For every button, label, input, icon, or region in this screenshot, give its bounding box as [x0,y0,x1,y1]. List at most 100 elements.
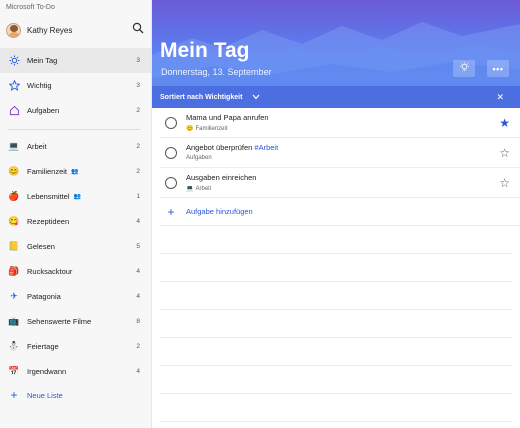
empty-row-line [160,393,512,394]
shared-people-icon: 👥 [73,194,82,200]
sidebar-item-label: Rucksacktour [27,267,73,276]
task-title: Angebot überprüfen #Arbeit [186,143,279,152]
task-checkbox[interactable] [165,147,177,159]
task-meta: 💻 Arbeit [186,185,211,193]
sidebar-item-count: 3 [136,57,140,64]
sidebar-item-label: Gelesen [27,242,55,251]
custom-lists: 💻 Arbeit 2 😊 Familienzeit 👥 2 🍎 Lebensmi… [0,134,151,384]
smiley-icon: 😊 [186,126,194,132]
sidebar-item-label: Lebensmittel [27,192,70,201]
star-outline-icon[interactable]: ☆ [499,176,510,190]
empty-row-line [160,253,512,254]
smiley-icon: 😊 [8,166,20,176]
profile[interactable]: Kathy Reyes [6,20,148,40]
sun-icon [8,55,20,67]
sidebar-item-mein-tag[interactable]: Mein Tag 3 [0,48,151,73]
backpack-icon: 🎒 [8,266,20,276]
sidebar-divider [8,129,140,130]
new-list-label: Neue Liste [27,390,63,400]
calendar-icon: 📅 [8,366,20,376]
shared-people-icon: 👥 [71,169,79,175]
sidebar-item-lebensmittel[interactable]: 🍎 Lebensmittel 👥 1 [0,184,151,209]
task-list-name: Familienzeit [195,125,228,132]
search-icon[interactable] [132,22,144,34]
star-filled-icon[interactable]: ★ [499,116,510,130]
sidebar-item-count: 4 [136,293,140,300]
page-title: Mein Tag [160,39,250,62]
task-meta: 😊 Familienzeit [186,125,228,133]
plus-icon: + [167,204,175,219]
sidebar-item-count: 2 [136,168,140,175]
task-title: Mama und Papa anrufen [186,113,269,122]
empty-row-line [160,281,512,282]
sidebar-item-rezeptideen[interactable]: 😋 Rezeptideen 4 [0,209,151,234]
sidebar-item-count: 5 [136,243,140,250]
plus-icon: + [10,388,18,402]
sidebar-item-label: Aufgaben [27,106,60,115]
sidebar-item-count: 4 [136,268,140,275]
close-icon[interactable]: ✕ [496,92,504,103]
sidebar-item-count: 4 [136,368,140,375]
sidebar-item-wichtig[interactable]: Wichtig 3 [0,73,151,98]
main-panel: Mein Tag Donnerstag, 13. September ••• S… [152,0,520,428]
empty-row-line [160,309,512,310]
header-banner: Mein Tag Donnerstag, 13. September ••• [152,0,520,86]
task-meta: Aufgaben [186,155,212,161]
task-list-name: Aufgaben [186,155,212,161]
sidebar-item-count: 1 [136,193,140,200]
sidebar-item-count: 4 [136,218,140,225]
chevron-down-icon[interactable] [252,93,260,102]
sidebar-item-label: Irgendwann [27,367,67,376]
laptop-icon: 💻 [186,186,194,192]
apple-icon: 🍎 [8,191,20,201]
more-options-button[interactable]: ••• [487,60,509,77]
book-icon: 📒 [8,241,20,251]
sidebar-item-sehenswerte-filme[interactable]: 📺 Sehenswerte Filme 8 [0,309,151,334]
sidebar-item-familienzeit[interactable]: 😊 Familienzeit 👥 2 [0,159,151,184]
sidebar-item-count: 2 [136,107,140,114]
plane-icon: ✈ [10,291,18,301]
task-list: Mama und Papa anrufen 😊 Familienzeit ★ A… [160,108,520,226]
home-icon [8,105,20,117]
page-date: Donnerstag, 13. September [161,67,272,77]
sidebar-item-patagonia[interactable]: ✈ Patagonia 4 [0,284,151,309]
sidebar-item-label: Familienzeit [27,167,68,176]
add-task-button[interactable]: + Aufgabe hinzufügen [160,198,520,226]
smart-lists: Mein Tag 3 Wichtig 3 Aufgaben 2 [0,48,151,123]
snowman-icon: ⛄ [8,341,20,351]
sidebar-item-label: Wichtig [27,81,52,90]
sidebar-item-irgendwann[interactable]: 📅 Irgendwann 4 [0,359,151,384]
task-row[interactable]: Mama und Papa anrufen 😊 Familienzeit ★ [160,108,520,138]
sidebar: Microsoft To-Do Kathy Reyes Mein Tag 3 W… [0,0,152,428]
task-row[interactable]: Ausgaben einreichen 💻 Arbeit ☆ [160,168,520,198]
suggestions-button[interactable] [453,60,475,77]
task-title: Ausgaben einreichen [186,173,257,182]
sidebar-item-label: Rezeptideen [27,217,70,226]
sort-label: Sortiert nach Wichtigkeit [160,93,243,101]
task-tag[interactable]: #Arbeit [254,143,278,152]
empty-row-line [160,365,512,366]
sidebar-item-gelesen[interactable]: 📒 Gelesen 5 [0,234,151,259]
sidebar-item-count: 8 [136,318,140,325]
task-checkbox[interactable] [165,177,177,189]
sidebar-item-label: Arbeit [27,142,47,151]
tv-icon: 📺 [8,316,20,326]
lightbulb-icon [459,62,470,75]
sidebar-item-count: 2 [136,343,140,350]
sidebar-item-rucksacktour[interactable]: 🎒 Rucksacktour 4 [0,259,151,284]
star-icon [8,80,20,92]
star-outline-icon[interactable]: ☆ [499,146,510,160]
more-icon: ••• [492,63,504,74]
add-task-label: Aufgabe hinzufügen [186,207,253,216]
sidebar-item-arbeit[interactable]: 💻 Arbeit 2 [0,134,151,159]
laptop-icon: 💻 [8,141,20,151]
sidebar-item-aufgaben[interactable]: Aufgaben 2 [0,98,151,123]
task-checkbox[interactable] [165,117,177,129]
sidebar-item-count: 3 [136,82,140,89]
profile-name: Kathy Reyes [27,25,73,35]
sidebar-item-label: Patagonia [27,292,61,301]
empty-row-line [160,421,512,422]
task-row[interactable]: Angebot überprüfen #Arbeit Aufgaben ☆ [160,138,520,168]
new-list-button[interactable]: + Neue Liste [8,386,63,404]
sidebar-item-feiertage[interactable]: ⛄ Feiertage 2 [0,334,151,359]
